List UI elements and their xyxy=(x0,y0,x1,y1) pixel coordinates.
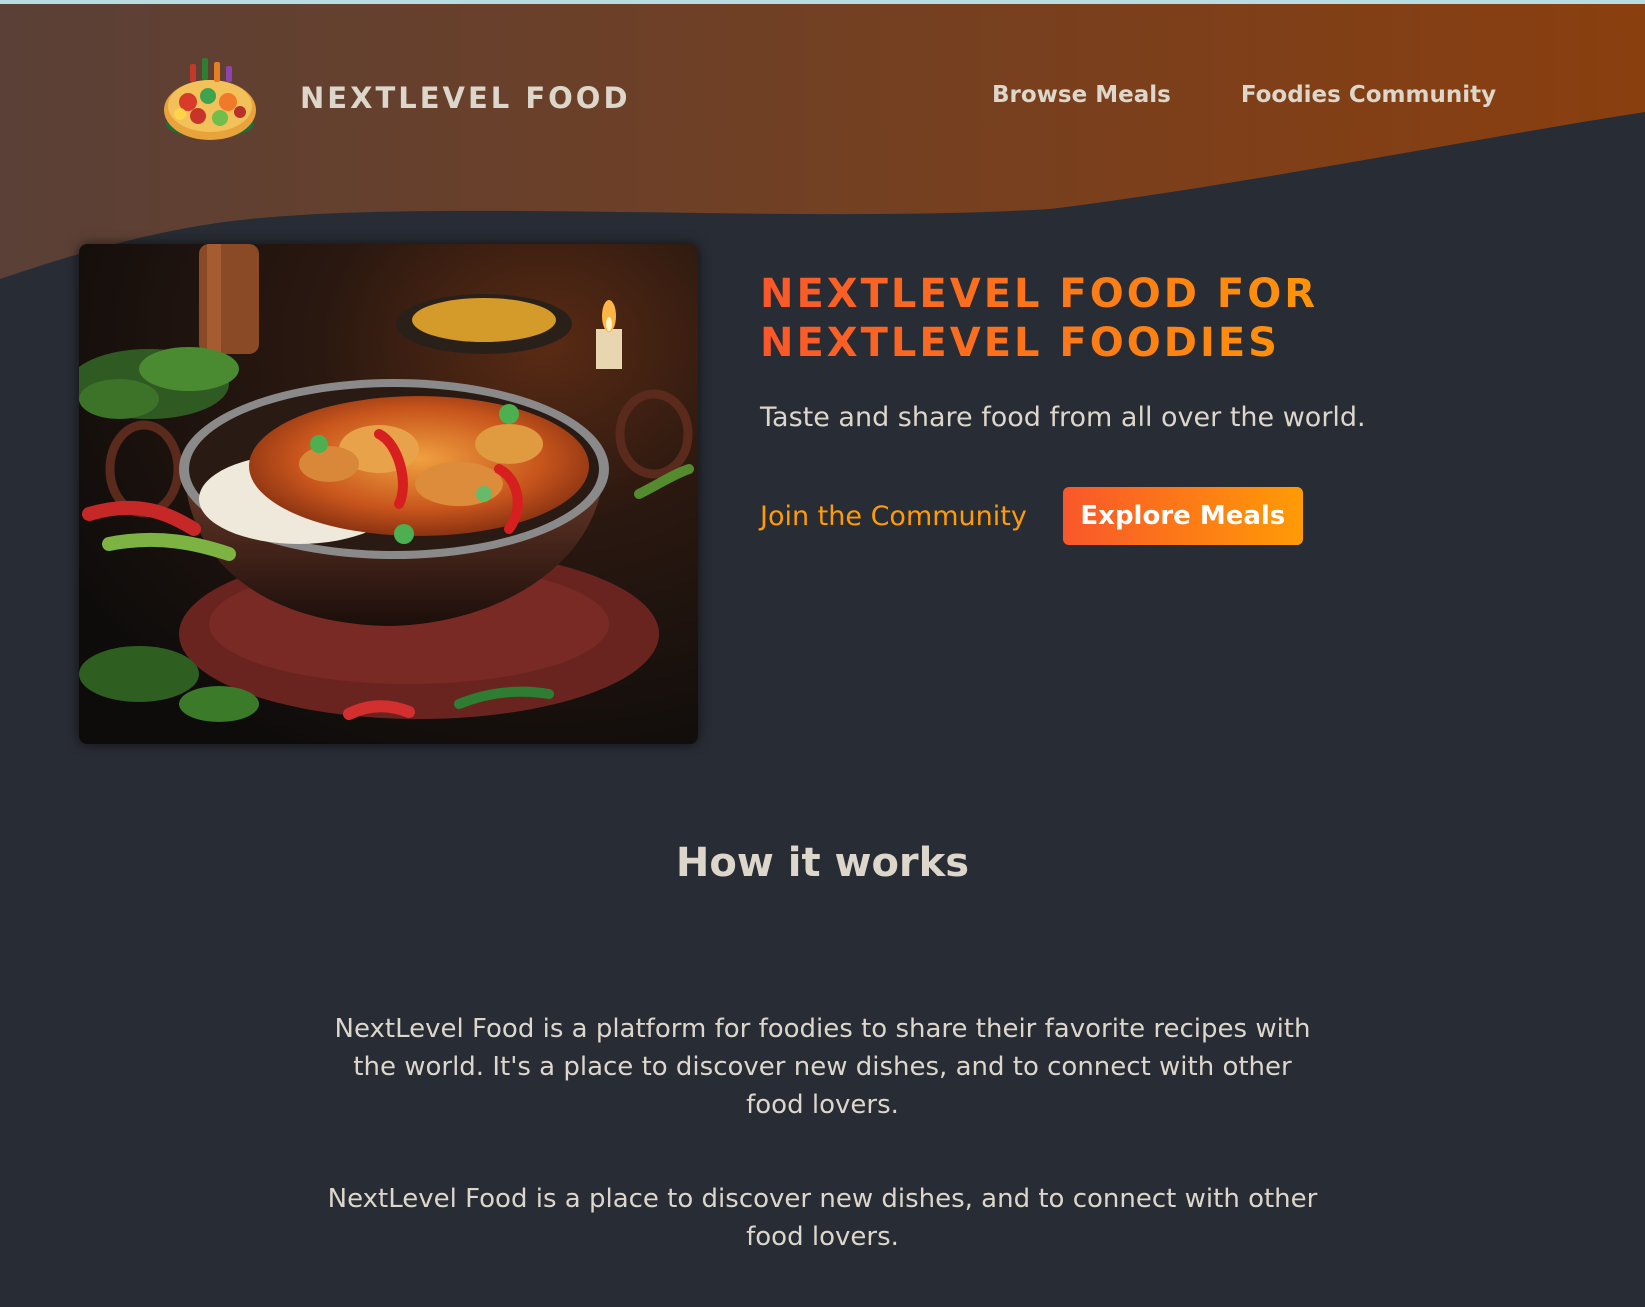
how-it-works-heading: How it works xyxy=(675,840,970,886)
site-header: NextLevel Food Browse Meals Foodies Comm… xyxy=(0,4,1645,184)
how-it-works-paragraph-1: NextLevel Food is a platform for foodies… xyxy=(334,1014,1311,1120)
nav-foodies-community[interactable]: Foodies Community xyxy=(1241,82,1496,108)
hero-title: NextLevel Food for NextLevel Foodies xyxy=(760,270,1380,368)
main-nav: Browse Meals Foodies Community xyxy=(992,82,1496,108)
nav-browse-meals[interactable]: Browse Meals xyxy=(992,82,1171,108)
hero-actions: Join the Community Explore Meals xyxy=(760,487,1303,545)
site-name: NextLevel Food xyxy=(300,81,631,115)
explore-meals-button[interactable]: Explore Meals xyxy=(1062,487,1303,545)
join-community-link[interactable]: Join the Community xyxy=(760,501,1027,532)
hero-subtitle: Taste and share food from all over the w… xyxy=(760,402,1366,433)
hero-food-image xyxy=(79,244,698,744)
logo-food-platter-icon xyxy=(164,58,256,140)
how-it-works-paragraph-2: NextLevel Food is a place to discover ne… xyxy=(327,1184,1318,1252)
how-it-works-section: How it works NextLevel Food is a platfor… xyxy=(0,840,1645,1256)
home-logo-link[interactable]: NextLevel Food xyxy=(160,50,631,146)
hero-text-block: NextLevel Food for NextLevel Foodies Tas… xyxy=(760,270,1560,433)
